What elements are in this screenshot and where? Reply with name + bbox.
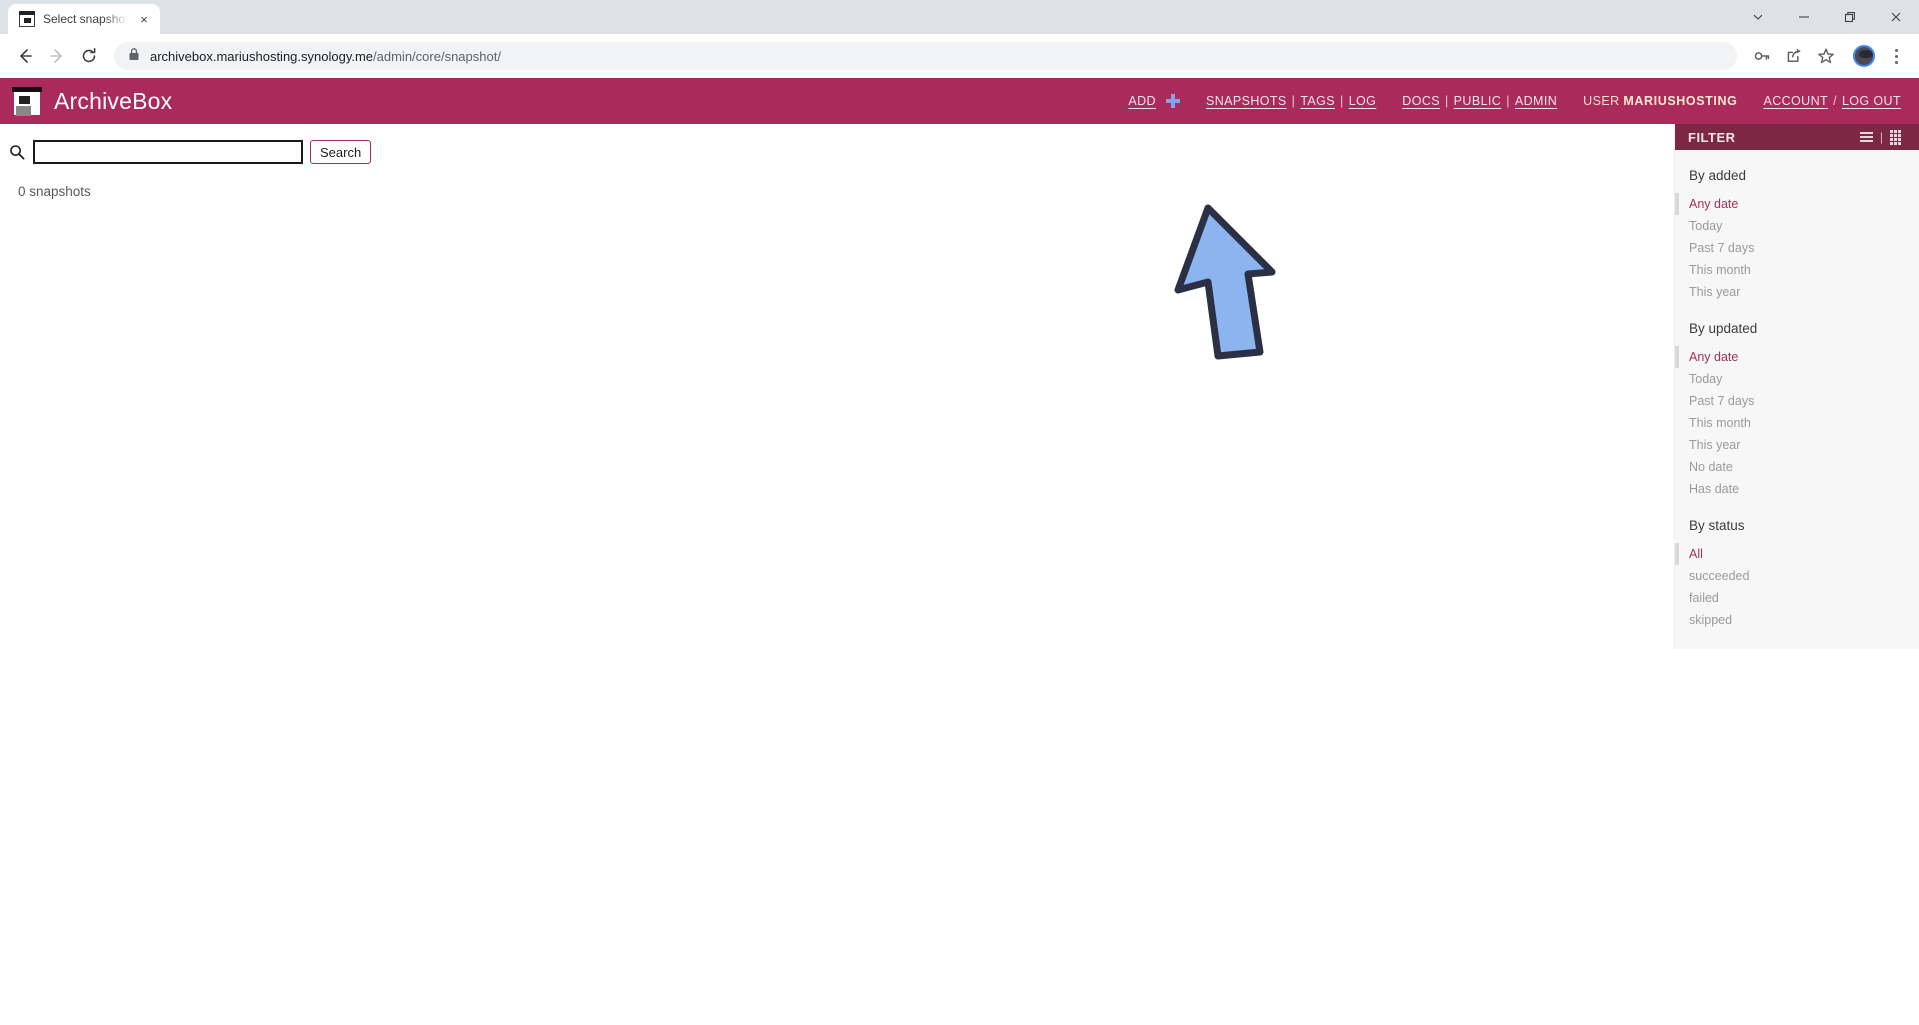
brand-name: ArchiveBox (54, 87, 173, 114)
url-domain: archivebox.mariushosting.synology.me (150, 48, 374, 64)
nav-link-logout[interactable]: LOG OUT (1842, 94, 1901, 108)
filter-option[interactable]: This year (1675, 434, 1919, 456)
snapshot-count: 0 snapshots (18, 184, 91, 199)
filter-option[interactable]: This year (1675, 281, 1919, 303)
browser-chrome: Select snapshot to × (0, 0, 1919, 78)
toolbar-actions (1747, 41, 1909, 71)
chrome-menu-button[interactable] (1883, 41, 1909, 71)
page-body: ArchiveBox ADD SNAPSHOTS | TAGS | LOG DO… (0, 78, 1919, 1025)
url-text: archivebox.mariushosting.synology.me/adm… (150, 49, 501, 64)
tab-search-button[interactable] (1735, 0, 1781, 34)
nav-group-docs: DOCS | PUBLIC | ADMIN (1402, 94, 1557, 108)
nav-link-admin[interactable]: ADMIN (1515, 94, 1557, 108)
search-button[interactable]: Search (310, 140, 372, 164)
search-icon (8, 143, 26, 161)
site-lock-icon (128, 47, 140, 66)
forward-button[interactable] (42, 41, 72, 71)
plus-icon[interactable] (1165, 94, 1180, 108)
filter-view-toggle: | (1859, 129, 1901, 145)
filter-option[interactable]: succeeded (1675, 565, 1919, 587)
filter-option[interactable]: Today (1675, 215, 1919, 237)
search-input[interactable] (33, 140, 303, 164)
url-path: /admin/core/snapshot/ (373, 48, 501, 64)
nav-link-public[interactable]: PUBLIC (1454, 94, 1502, 108)
restore-button[interactable] (1827, 0, 1873, 34)
filter-option[interactable]: This month (1675, 259, 1919, 281)
view-toggle-separator: | (1879, 130, 1883, 144)
tab-strip: Select snapshot to × (0, 0, 1919, 34)
nav-link-account[interactable]: ACCOUNT (1763, 94, 1828, 108)
filter-section-heading: By updated (1689, 321, 1758, 336)
user-name: MARIUSHOSTING (1623, 94, 1738, 108)
main-navigation: ADD SNAPSHOTS | TAGS | LOG DOCS | PUBLIC… (1128, 94, 1901, 108)
nav-separator: | (1506, 94, 1510, 108)
filter-option[interactable]: failed (1675, 587, 1919, 609)
back-button[interactable] (10, 41, 40, 71)
nav-link-snapshots[interactable]: SNAPSHOTS (1206, 94, 1287, 108)
filter-section: By added Any date Today Past 7 days This mon… (1675, 150, 1919, 303)
nav-separator: | (1340, 94, 1344, 108)
filter-option[interactable]: Any date (1675, 193, 1919, 215)
minimize-button[interactable] (1781, 0, 1827, 34)
browser-tab[interactable]: Select snapshot to × (8, 4, 160, 34)
filter-section: By status All succeeded failed skipped (1675, 500, 1919, 631)
tab-title: Select snapshot to (43, 12, 128, 26)
browser-toolbar: archivebox.mariushosting.synology.me/adm… (0, 34, 1919, 78)
filter-section-heading: By status (1689, 518, 1745, 533)
account-separator: / (1833, 94, 1837, 108)
nav-separator: | (1291, 94, 1296, 108)
nav-link-docs[interactable]: DOCS (1402, 94, 1440, 108)
window-controls (1735, 0, 1919, 34)
archivebox-favicon (19, 11, 35, 27)
nav-separator: | (1445, 94, 1449, 108)
reload-button[interactable] (74, 41, 104, 71)
list-view-icon[interactable] (1859, 132, 1873, 142)
filter-option[interactable]: Has date (1675, 478, 1919, 500)
search-bar: Search (0, 124, 1919, 164)
nav-group-account: ACCOUNT / LOG OUT (1763, 94, 1901, 108)
archivebox-header: ArchiveBox ADD SNAPSHOTS | TAGS | LOG DO… (0, 78, 1919, 124)
bookmark-star-icon[interactable] (1811, 41, 1841, 71)
filter-option[interactable]: All (1675, 543, 1919, 565)
filter-panel: FILTER | By added Any date Today Past 7 day… (1674, 124, 1919, 649)
user-prefix: USER (1583, 94, 1620, 108)
filter-option[interactable]: Past 7 days (1675, 237, 1919, 259)
profile-avatar[interactable] (1853, 45, 1875, 67)
close-tab-button[interactable]: × (136, 11, 152, 27)
share-icon[interactable] (1779, 41, 1809, 71)
filter-header: FILTER | (1675, 124, 1919, 150)
password-key-icon[interactable] (1747, 41, 1777, 71)
archivebox-logo-icon (12, 87, 42, 115)
filter-section-heading: By added (1689, 168, 1747, 183)
brand[interactable]: ArchiveBox (12, 87, 173, 115)
current-user: USER MARIUSHOSTING (1583, 94, 1737, 108)
close-window-button[interactable] (1873, 0, 1919, 34)
filter-option[interactable]: Past 7 days (1675, 390, 1919, 412)
filter-option[interactable]: skipped (1675, 609, 1919, 631)
nav-group-snapshots: SNAPSHOTS | TAGS | LOG (1206, 94, 1376, 108)
filter-sections: By added Any date Today Past 7 days This mon… (1675, 150, 1919, 631)
grid-view-icon[interactable] (1890, 129, 1901, 145)
address-bar[interactable]: archivebox.mariushosting.synology.me/adm… (114, 42, 1737, 70)
filter-option[interactable]: Any date (1675, 346, 1919, 368)
filter-title: FILTER (1688, 129, 1736, 145)
filter-option[interactable]: This month (1675, 412, 1919, 434)
nav-link-log[interactable]: LOG (1349, 94, 1377, 108)
filter-option[interactable]: Today (1675, 368, 1919, 390)
nav-link-add[interactable]: ADD (1128, 94, 1156, 108)
filter-option[interactable]: No date (1675, 456, 1919, 478)
pointer-arrow-annotation (1172, 204, 1280, 364)
nav-group-add: ADD (1128, 94, 1180, 108)
nav-link-tags[interactable]: TAGS (1300, 94, 1335, 108)
filter-section: By updated Any date Today Past 7 days This m… (1675, 303, 1919, 500)
